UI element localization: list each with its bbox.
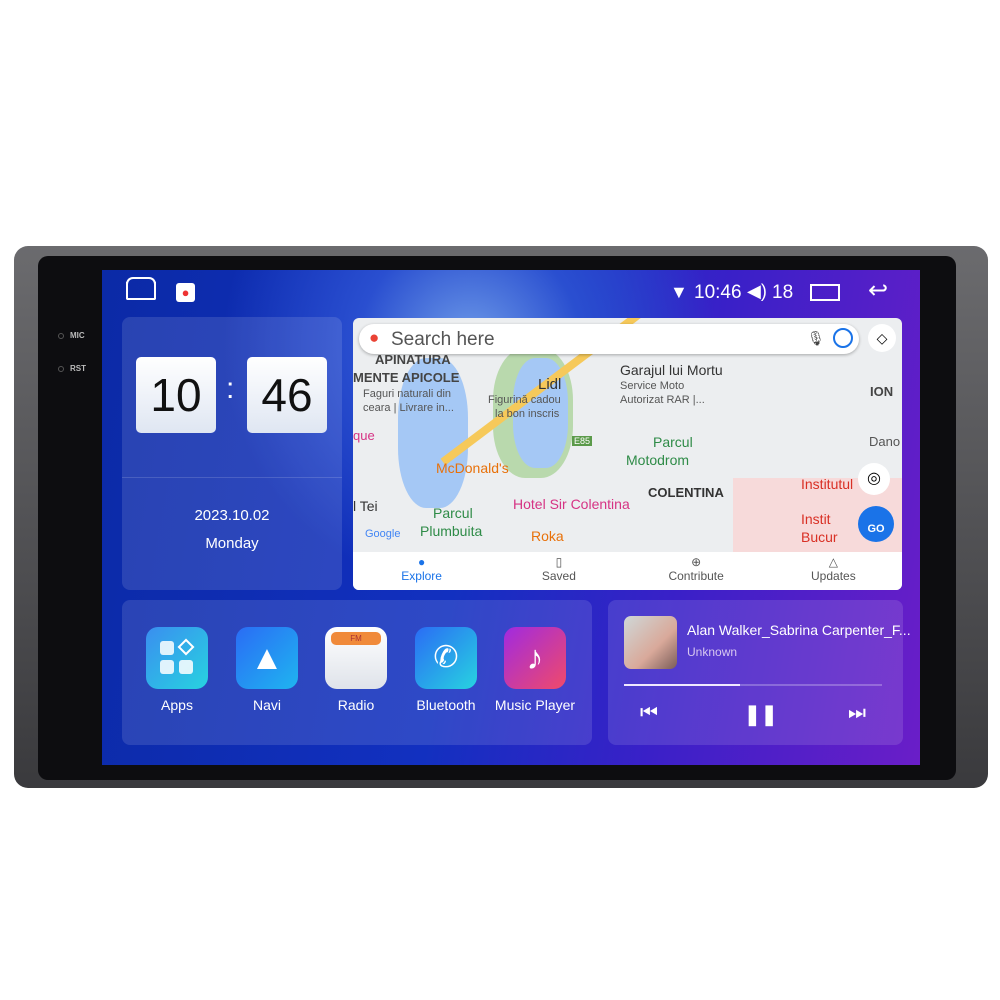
app-radio[interactable]: FM Radio xyxy=(311,627,401,713)
map-label: Garajul lui Mortu xyxy=(620,362,723,378)
progress-bar[interactable] xyxy=(624,684,882,686)
status-time: 10:46 xyxy=(694,282,742,303)
recent-apps-icon[interactable] xyxy=(810,284,840,301)
track-title: Alan Walker_Sabrina Carpenter_F... xyxy=(687,622,911,638)
date: 2023.10.02 xyxy=(194,507,270,524)
next-track-icon[interactable]: ⏭ xyxy=(848,702,866,725)
my-location-icon[interactable]: ◎ xyxy=(858,463,890,495)
app-apps[interactable]: Apps xyxy=(132,627,222,713)
bookmark-icon: ▯ xyxy=(555,555,563,569)
map-label: Plumbuita xyxy=(420,523,483,539)
bell-icon: △ xyxy=(828,555,838,569)
album-art xyxy=(624,616,677,669)
navigation-arrow-icon: ▲ xyxy=(236,627,298,689)
map-label: Institutul xyxy=(801,476,854,492)
nav-label: Updates xyxy=(811,569,856,583)
map-label: Autorizat RAR |... xyxy=(620,394,705,406)
pin-icon: ● xyxy=(418,555,426,569)
nav-explore[interactable]: ● Explore xyxy=(353,552,490,590)
account-icon[interactable] xyxy=(833,328,853,348)
nav-label: Explore xyxy=(401,569,442,583)
map-label: McDonald's xyxy=(436,460,509,476)
home-icon[interactable] xyxy=(126,277,156,300)
volume-icon: ◀) xyxy=(747,281,767,301)
google-logo: Google xyxy=(365,528,401,540)
map-label: Motodrom xyxy=(626,452,690,468)
map-label: ION xyxy=(870,384,894,399)
google-maps-icon[interactable]: ● xyxy=(176,283,195,302)
plus-circle-icon: ⊕ xyxy=(691,555,702,569)
search-placeholder: Search here xyxy=(391,329,495,350)
map-label: COLENTINA xyxy=(648,485,724,500)
app-label: Apps xyxy=(161,697,193,713)
map-label: Faguri naturali din xyxy=(363,388,452,400)
fm-badge: FM xyxy=(331,632,381,645)
go-label: GO xyxy=(867,523,885,535)
map-label: APINATURA xyxy=(375,352,451,367)
go-button[interactable]: GO xyxy=(858,506,894,542)
mic-hole: MIC xyxy=(58,331,85,340)
app-music-player[interactable]: ♪ Music Player xyxy=(490,627,580,713)
screen: ● ▼ 10:46 ◀) 18 ↩ 10 : 46 2023.10.02 Mon… xyxy=(102,270,920,765)
nav-saved[interactable]: ▯ Saved xyxy=(490,552,627,590)
map-label: Lidl xyxy=(538,376,562,393)
map-label: l Tei xyxy=(353,498,378,514)
radio-icon: FM xyxy=(325,627,387,689)
clock-hours: 10 xyxy=(136,357,216,433)
map-label: Bucur xyxy=(801,529,838,545)
mic-label: MIC xyxy=(70,331,85,340)
nav-label: Saved xyxy=(541,569,576,583)
music-widget[interactable]: Alan Walker_Sabrina Carpenter_F... Unkno… xyxy=(608,600,911,745)
map-label: Instit xyxy=(801,511,831,527)
map-label: MENTE APICOLE xyxy=(353,370,460,385)
maps-search-input[interactable]: ● Search here 🎙 xyxy=(359,324,859,354)
app-label: Bluetooth xyxy=(416,697,476,713)
app-label: Music Player xyxy=(494,697,576,713)
map-label: que xyxy=(353,428,375,443)
volume-level: 18 xyxy=(772,282,794,303)
apps-grid-icon xyxy=(146,627,208,689)
map-label: Service Moto xyxy=(620,380,685,392)
clock-widget[interactable]: 10 : 46 2023.10.02 Monday xyxy=(122,317,342,590)
google-maps-widget[interactable]: ● Search here 🎙 ◇ APINATURA MENTE APICOL… xyxy=(353,318,902,590)
clock-minutes: 46 xyxy=(247,357,327,433)
app-navi[interactable]: ▲ Navi xyxy=(222,627,312,713)
bluetooth-phone-icon: ✆ xyxy=(415,627,477,689)
map-label: Parcul xyxy=(653,434,693,450)
pause-icon[interactable]: ❚❚ xyxy=(744,702,778,727)
layers-icon[interactable]: ◇ xyxy=(868,324,896,352)
nav-updates[interactable]: △ Updates xyxy=(765,552,902,590)
map-label: Dano xyxy=(869,434,901,449)
app-label: Navi xyxy=(252,697,281,713)
nav-label: Contribute xyxy=(668,569,724,583)
track-artist: Unknown xyxy=(687,645,738,659)
music-note-icon: ♪ xyxy=(504,627,566,689)
wifi-icon: ▼ xyxy=(670,282,688,302)
previous-track-icon[interactable]: ⏮ xyxy=(640,702,658,725)
road-badge: E85 xyxy=(572,436,593,446)
weekday: Monday xyxy=(205,535,259,552)
nav-contribute[interactable]: ⊕ Contribute xyxy=(628,552,765,590)
map-label: Figurină cadou xyxy=(488,394,561,406)
map-label: la bon inscris xyxy=(495,408,560,420)
map-label: Roka xyxy=(531,528,564,544)
clock-separator: : xyxy=(226,372,235,405)
app-bluetooth[interactable]: ✆ Bluetooth xyxy=(401,627,491,713)
maps-pin-icon: ● xyxy=(369,328,380,347)
app-label: Radio xyxy=(337,697,375,713)
reset-button[interactable]: RST xyxy=(58,364,86,373)
map-label: ceara | Livrare in... xyxy=(363,402,454,414)
mic-icon[interactable]: 🎙 xyxy=(807,330,825,347)
progress-fill xyxy=(624,684,741,686)
map-label: Hotel Sir Colentina xyxy=(513,496,630,512)
rst-label: RST xyxy=(70,364,86,373)
map-label: Parcul xyxy=(433,505,473,521)
maps-bottom-nav: ● Explore ▯ Saved ⊕ Contribute △ Updates xyxy=(353,552,902,590)
back-icon[interactable]: ↩ xyxy=(868,276,888,305)
